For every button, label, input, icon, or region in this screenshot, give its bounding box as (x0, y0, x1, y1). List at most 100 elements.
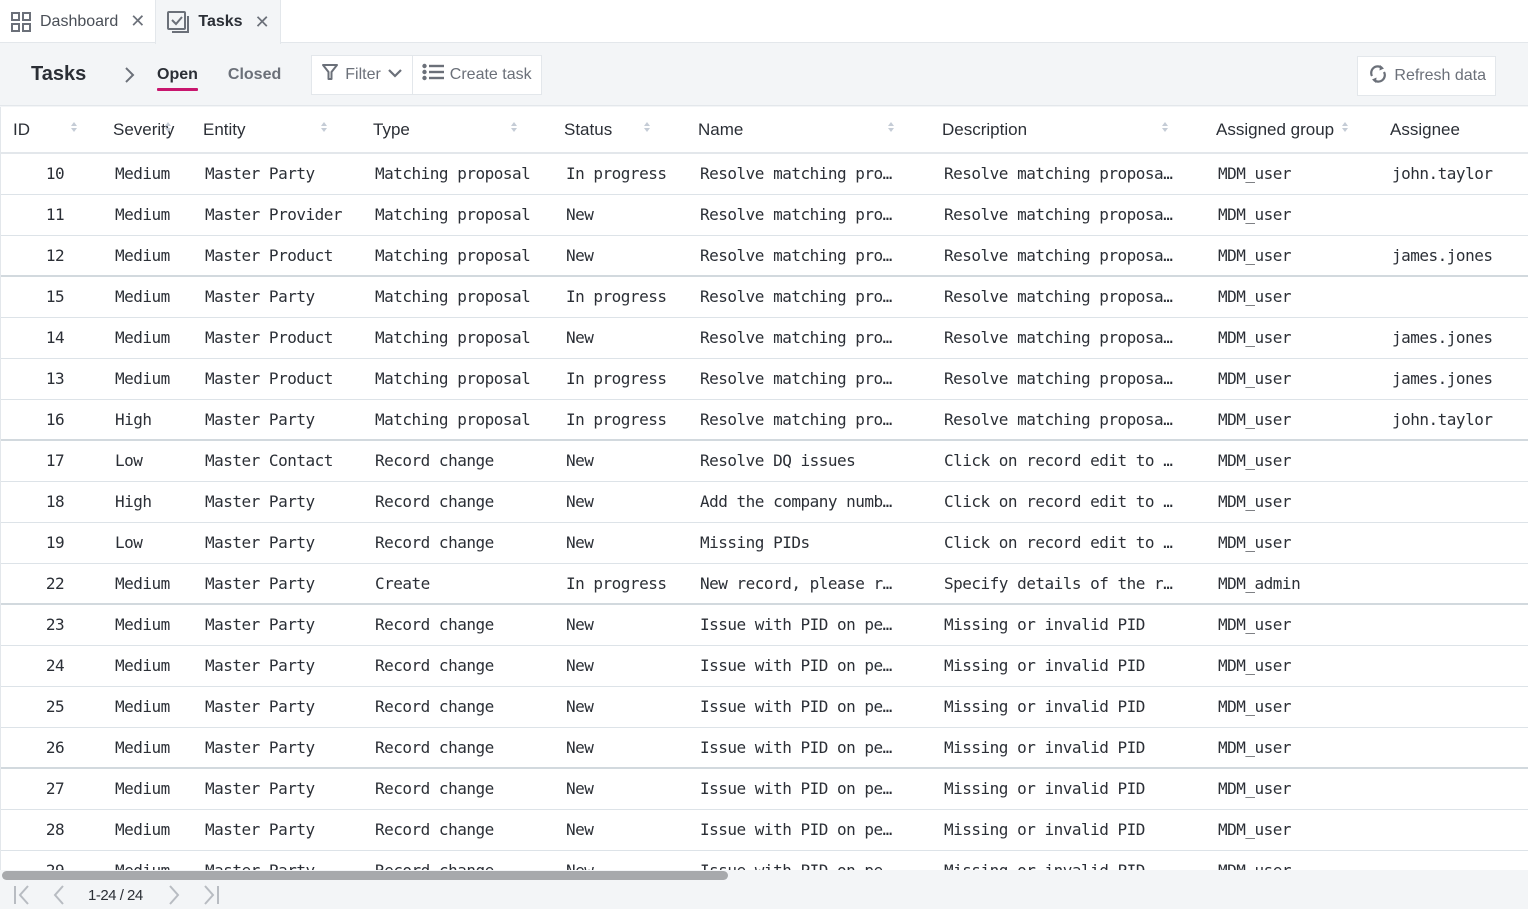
cell-assigned-group: MDM_user (1204, 686, 1378, 728)
close-icon[interactable]: ✕ (255, 12, 270, 33)
cell-type: Record change (361, 850, 552, 870)
table-row[interactable]: 24 Medium Master Party Record change New Issu… (1, 645, 1528, 687)
cell-assigned-group: MDM_user (1204, 358, 1378, 400)
cell-name: Missing PIDs (686, 522, 930, 564)
cell-name: New record, please r… (686, 563, 930, 605)
cell-entity: Master Party (191, 686, 361, 728)
close-icon[interactable]: ✕ (130, 11, 145, 32)
cell-type: Record change (361, 440, 552, 482)
sort-icon[interactable] (165, 122, 171, 132)
last-page-icon[interactable] (199, 884, 221, 906)
tab-bar: Dashboard ✕ Tasks ✕ (0, 0, 1528, 44)
tab-dashboard[interactable]: Dashboard ✕ (0, 0, 155, 43)
cell-id: 17 (1, 440, 101, 482)
cell-id: 23 (1, 604, 101, 646)
table-row[interactable]: 16 High Master Party Matching proposal In pr… (1, 399, 1528, 441)
sort-icon[interactable] (71, 122, 77, 132)
table-row[interactable]: 14 Medium Master Product Matching proposal N… (1, 317, 1528, 359)
cell-assignee: john.taylor (1378, 399, 1528, 441)
cell-severity: Medium (101, 686, 191, 728)
filter-button[interactable]: Filter (312, 55, 412, 94)
cell-type: Matching proposal (361, 153, 552, 195)
subtab-closed[interactable]: Closed (228, 58, 281, 92)
cell-entity: Master Party (191, 645, 361, 687)
cell-assigned-group: MDM_user (1204, 153, 1378, 195)
cell-assignee (1378, 645, 1528, 687)
table-row[interactable]: 10 Medium Master Party Matching proposal In … (1, 153, 1528, 195)
table-row[interactable]: 13 Medium Master Product Matching proposal I… (1, 358, 1528, 400)
column-header-assigned-group[interactable]: Assigned group (1204, 107, 1378, 154)
table-row[interactable]: 27 Medium Master Party Record change New Issu… (1, 768, 1528, 810)
scrollbar-thumb[interactable] (2, 871, 728, 880)
table-row[interactable]: 11 Medium Master Provider Matching proposal… (1, 194, 1528, 236)
cell-status: New (552, 809, 686, 851)
previous-page-icon[interactable] (52, 884, 66, 906)
table-row[interactable]: 22 Medium Master Party Create In progress New… (1, 563, 1528, 605)
page-range-label: 1-24 / 24 (88, 886, 143, 904)
column-header-description[interactable]: Description (930, 107, 1204, 154)
tab-tasks[interactable]: Tasks ✕ (155, 0, 281, 44)
table-row[interactable]: 25 Medium Master Party Record change New Issu… (1, 686, 1528, 728)
cell-assignee (1378, 768, 1528, 810)
sort-icon[interactable] (888, 122, 894, 132)
column-header-name[interactable]: Name (686, 107, 930, 154)
cell-description: Resolve matching proposa… (930, 399, 1204, 441)
table-row[interactable]: 12 Medium Master Product Matching proposal N… (1, 235, 1528, 277)
sort-icon[interactable] (511, 122, 517, 132)
sort-icon[interactable] (1342, 122, 1348, 132)
cell-assigned-group: MDM_user (1204, 276, 1378, 318)
cell-severity: Medium (101, 276, 191, 318)
column-header-assignee[interactable]: Assignee (1378, 107, 1528, 154)
cell-type: Matching proposal (361, 235, 552, 277)
table-row[interactable]: 15 Medium Master Party Matching proposal In … (1, 276, 1528, 318)
cell-type: Matching proposal (361, 194, 552, 236)
cell-type: Record change (361, 809, 552, 851)
cell-status: In progress (552, 399, 686, 441)
sort-icon[interactable] (321, 122, 327, 132)
subtab-open[interactable]: Open (157, 58, 198, 92)
table-row[interactable]: 23 Medium Master Party Record change New Issu… (1, 604, 1528, 646)
table-row[interactable]: 28 Medium Master Party Record change New Issu… (1, 809, 1528, 851)
cell-name: Resolve matching pro… (686, 276, 930, 318)
cell-entity: Master Party (191, 399, 361, 441)
filter-label: Filter (345, 65, 381, 83)
table-row[interactable]: 17 Low Master Contact Record change New Resol… (1, 440, 1528, 482)
cell-name: Resolve matching pro… (686, 153, 930, 195)
cell-severity: Medium (101, 727, 191, 769)
table-row[interactable]: 29MediumMaster PartyRecord changeNewIssu… (1, 850, 1528, 870)
sort-icon[interactable] (644, 122, 650, 132)
cell-assigned-group: MDM_user (1204, 440, 1378, 482)
column-header-status[interactable]: Status (552, 107, 686, 154)
cell-severity: Medium (101, 768, 191, 810)
refresh-data-button[interactable]: Refresh data (1357, 56, 1496, 96)
create-task-button[interactable]: Create task (411, 55, 541, 94)
cell-status: New (552, 604, 686, 646)
toolbar: Tasks Open Closed Filter Create task Ref… (0, 44, 1528, 106)
column-header-id[interactable]: ID (1, 107, 101, 154)
cell-entity: Master Party (191, 522, 361, 564)
cell-name: Issue with PID on pe… (686, 850, 930, 870)
cell-name: Issue with PID on pe… (686, 645, 930, 687)
horizontal-scrollbar[interactable] (0, 870, 1528, 880)
sort-icon[interactable] (1162, 122, 1168, 132)
column-header-entity[interactable]: Entity (191, 107, 361, 154)
column-header-type[interactable]: Type (361, 107, 552, 154)
cell-assigned-group: MDM_admin (1204, 563, 1378, 605)
cell-type: Matching proposal (361, 317, 552, 359)
cell-entity: Master Party (191, 850, 361, 870)
column-header-severity[interactable]: Severity (101, 107, 191, 154)
next-page-icon[interactable] (167, 884, 181, 906)
cell-description: Resolve matching proposa… (930, 235, 1204, 277)
cell-assigned-group: MDM_user (1204, 399, 1378, 441)
cell-id: 15 (1, 276, 101, 318)
table-row[interactable]: 26 Medium Master Party Record change New Issu… (1, 727, 1528, 769)
dashboard-grid-icon (10, 11, 32, 33)
table-row[interactable]: 18 High Master Party Record change New Add th… (1, 481, 1528, 523)
cell-entity: Master Contact (191, 440, 361, 482)
cell-type: Record change (361, 522, 552, 564)
cell-id: 14 (1, 317, 101, 359)
cell-assigned-group: MDM_user (1204, 645, 1378, 687)
first-page-icon[interactable] (12, 884, 34, 906)
table-row[interactable]: 19 Low Master Party Record change New Missing… (1, 522, 1528, 564)
cell-severity: Medium (101, 358, 191, 400)
